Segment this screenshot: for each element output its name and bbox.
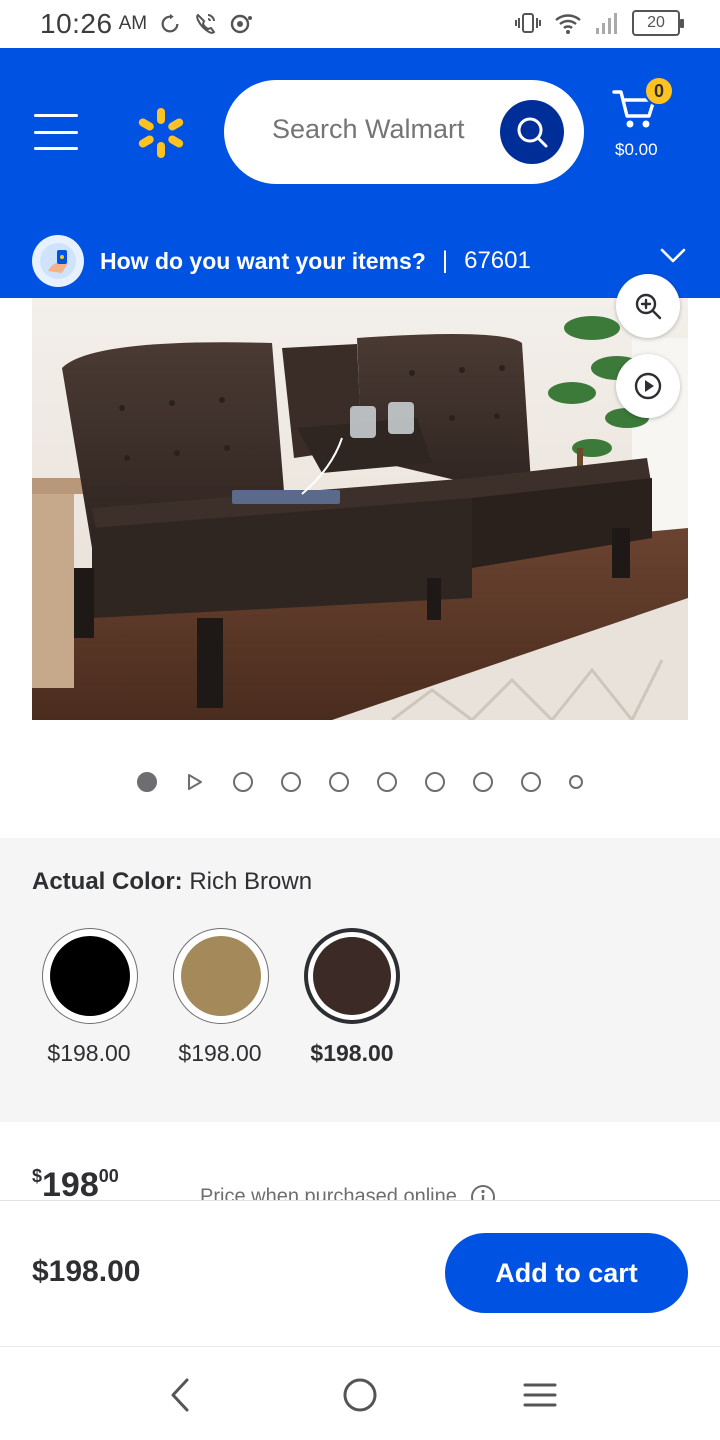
app-header: 0 $0.00 How do you want your items? | 67… (0, 48, 720, 298)
status-ampm: AM (118, 13, 148, 34)
carousel-dot[interactable] (521, 772, 541, 792)
color-selector-section: Actual Color: Rich Brown $198.00 $198.00… (0, 838, 720, 1122)
cart-count-badge: 0 (644, 76, 674, 106)
product-image[interactable] (32, 298, 688, 720)
delivery-separator: | (441, 247, 449, 274)
search-icon (517, 117, 548, 148)
color-swatch-rich-brown[interactable] (304, 928, 400, 1024)
status-bar: 10:26 AM 20 (0, 0, 720, 48)
carousel-dot[interactable] (281, 772, 301, 792)
home-icon (343, 1378, 377, 1412)
status-left-icons (159, 12, 253, 36)
carousel-dot[interactable] (233, 772, 253, 792)
recents-icon (523, 1383, 557, 1407)
delivery-avatar-icon (32, 235, 84, 287)
chevron-down-icon (660, 248, 686, 263)
status-time: 10:26 (40, 8, 113, 39)
color-heading: Actual Color: Rich Brown (32, 868, 312, 896)
battery-indicator: 20 (632, 10, 684, 36)
carousel-dot[interactable] (425, 772, 445, 792)
system-nav-bar (0, 1346, 720, 1440)
sticky-add-to-cart-bar: $198.00 Add to cart (0, 1200, 720, 1346)
video-play-button[interactable] (616, 354, 680, 418)
price-note: Price when purchased online (200, 1184, 496, 1200)
menu-button[interactable] (34, 114, 78, 150)
wifi-call-icon (196, 13, 216, 34)
price-note-text: Price when purchased online (200, 1185, 457, 1200)
zoom-button[interactable] (616, 274, 680, 338)
back-button[interactable] (158, 1373, 202, 1417)
sticky-price: $198.00 (32, 1255, 141, 1288)
menu-line (34, 114, 78, 117)
hotspot-icon (230, 14, 253, 34)
play-circle-icon (634, 372, 662, 400)
carousel-dot[interactable] (473, 772, 493, 792)
search-button[interactable] (500, 100, 564, 164)
delivery-zip-code: 67601 (464, 247, 531, 274)
selected-color-name: Rich Brown (189, 868, 313, 895)
recents-button[interactable] (518, 1373, 562, 1417)
menu-line (34, 130, 78, 134)
delivery-question: How do you want your items? (100, 247, 426, 274)
carousel-dot[interactable] (137, 772, 157, 792)
back-icon (171, 1378, 189, 1412)
walmart-spark-logo[interactable] (134, 106, 188, 160)
price-dollars: 198 (42, 1166, 99, 1200)
sync-icon (161, 13, 179, 33)
swatch-price: $198.00 (178, 1040, 262, 1066)
info-icon[interactable] (470, 1184, 496, 1200)
cart-total: $0.00 (615, 140, 658, 159)
status-right-icons: 20 (514, 10, 684, 36)
product-price: $19800 (32, 1166, 119, 1200)
price-currency: $ (32, 1166, 43, 1186)
vibrate-icon (515, 13, 541, 33)
menu-line (34, 147, 78, 150)
color-label: Actual Color: (32, 868, 183, 895)
home-button[interactable] (338, 1373, 382, 1417)
cart-button[interactable]: 0 $0.00 (612, 76, 682, 168)
product-price-row: $19800 Price when purchased online (32, 1166, 692, 1200)
add-to-cart-button[interactable]: Add to cart (445, 1233, 688, 1313)
carousel-video-dot[interactable] (185, 772, 205, 792)
swatch-fill (50, 936, 130, 1016)
wifi-icon (555, 14, 581, 34)
play-icon (188, 774, 202, 790)
swatch-fill (313, 937, 391, 1015)
search-bar[interactable] (224, 80, 584, 184)
zoom-in-icon (635, 293, 662, 320)
price-cents: 00 (98, 1166, 119, 1186)
carousel-dot[interactable] (377, 772, 397, 792)
swatch-price: $198.00 (47, 1040, 131, 1066)
swatch-price-selected: $198.00 (310, 1040, 394, 1066)
carousel-dot[interactable] (569, 775, 583, 789)
search-input[interactable] (272, 114, 492, 145)
color-swatch-tan[interactable] (173, 928, 269, 1024)
color-swatch-black[interactable] (42, 928, 138, 1024)
delivery-selector[interactable]: How do you want your items? | 67601 (0, 224, 720, 298)
futon-sofa-photo (32, 298, 688, 720)
carousel-dots (0, 770, 720, 794)
signal-icon (596, 13, 617, 34)
swatch-fill (181, 936, 261, 1016)
carousel-dot[interactable] (329, 772, 349, 792)
